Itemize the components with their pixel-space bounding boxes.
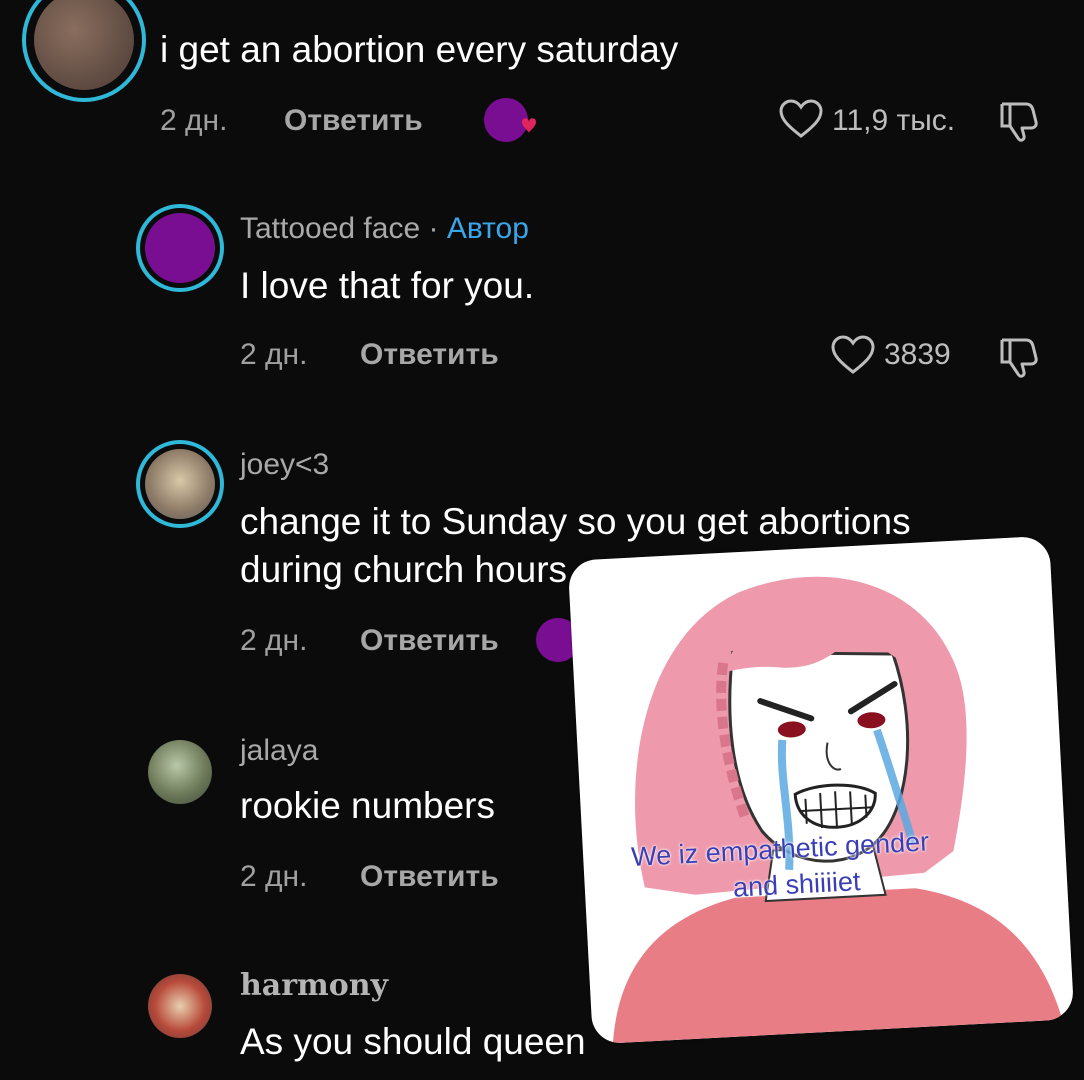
reply-button[interactable]: Ответить	[360, 860, 499, 894]
avatar[interactable]	[145, 449, 215, 519]
heart-outline-icon[interactable]	[778, 98, 824, 140]
meme-sticker: We iz empathetic gender and shiiiiet	[567, 535, 1075, 1045]
avatar[interactable]	[148, 974, 212, 1038]
comment-text: I love that for you.	[240, 265, 535, 306]
comment-text: As you should queen	[240, 1021, 586, 1062]
comment-username[interactable]: joey<3	[240, 448, 329, 482]
author-badge: Автор	[446, 212, 529, 245]
comment-text-line-2: during church hours	[240, 549, 568, 590]
dislike-icon[interactable]	[996, 334, 1042, 380]
reply-button[interactable]: Ответить	[284, 104, 423, 138]
comment-username[interactable]: Tattooed face · Автор	[240, 212, 529, 246]
comment-time: 2 дн.	[240, 624, 308, 657]
comment-time: 2 дн.	[240, 860, 308, 893]
comment-time: 2 дн.	[160, 104, 228, 137]
heart-outline-icon[interactable]	[830, 334, 876, 376]
like-count: 3839	[884, 338, 951, 371]
crying-wojak-illustration	[612, 576, 1063, 1044]
avatar[interactable]	[145, 213, 215, 283]
creator-liked-icon	[482, 96, 544, 146]
like-count: 11,9 тыс.	[832, 104, 956, 137]
reply-button[interactable]: Ответить	[360, 624, 499, 658]
comment-username[interactable]: jalaya	[240, 734, 318, 768]
reply-button[interactable]: Ответить	[360, 338, 499, 372]
avatar[interactable]	[148, 740, 212, 804]
comment-username[interactable]: harmony	[240, 968, 388, 1003]
comment-text: rookie numbers	[240, 785, 496, 826]
comment-text: i get an abortion every saturday	[160, 29, 679, 70]
comment-time: 2 дн.	[240, 338, 308, 371]
comment-text-line-1: change it to Sunday so you get abortions	[240, 501, 911, 542]
dislike-icon[interactable]	[996, 98, 1042, 144]
